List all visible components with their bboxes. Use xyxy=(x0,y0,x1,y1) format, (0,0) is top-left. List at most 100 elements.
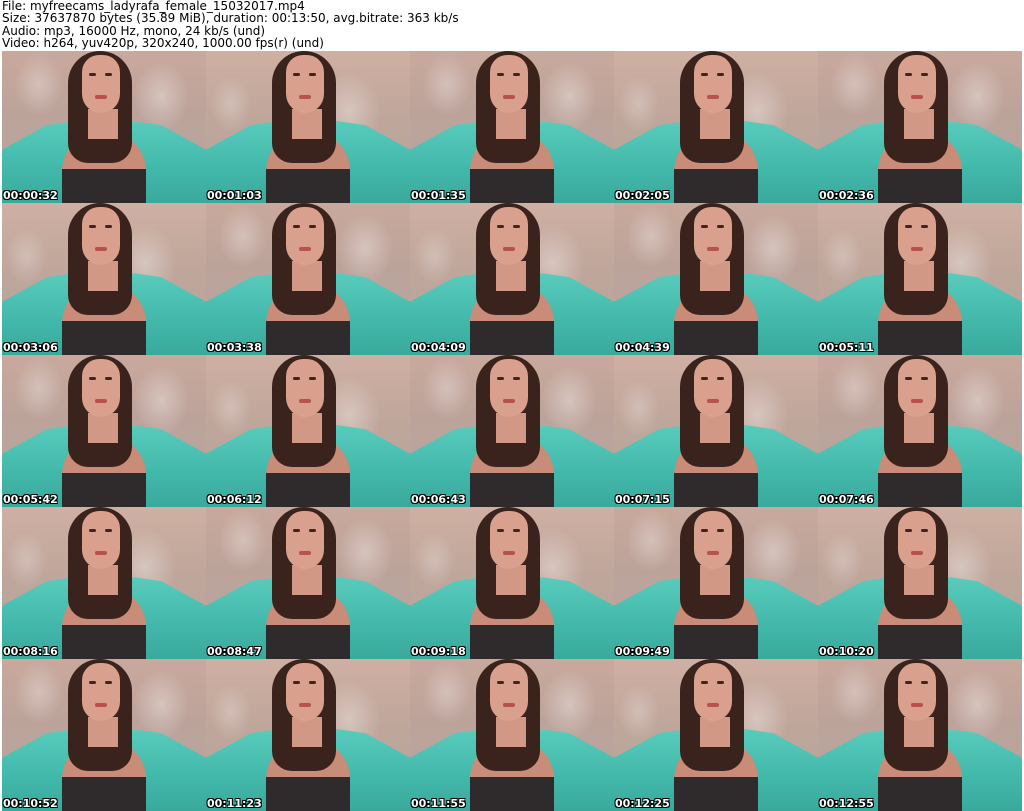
left-eye-shape xyxy=(293,681,300,684)
video-frame-thumbnail: 00:03:38 xyxy=(206,203,410,355)
right-eye-shape xyxy=(309,73,316,76)
face-shape xyxy=(694,663,732,721)
frame-timestamp: 00:11:23 xyxy=(207,797,262,810)
video-frame-thumbnail: 00:09:49 xyxy=(614,507,818,659)
video-frame-thumbnail: 00:07:46 xyxy=(818,355,1022,507)
mouth-shape xyxy=(503,247,515,251)
neck-shape xyxy=(496,413,526,443)
face-shape xyxy=(82,55,120,113)
mouth-shape xyxy=(707,399,719,403)
right-eye-shape xyxy=(105,225,112,228)
left-eye-shape xyxy=(701,681,708,684)
top-shape xyxy=(674,473,758,507)
right-eye-shape xyxy=(105,681,112,684)
neck-shape xyxy=(292,717,322,747)
right-eye-shape xyxy=(309,377,316,380)
face-shape xyxy=(286,663,324,721)
top-shape xyxy=(62,777,146,811)
neck-shape xyxy=(88,717,118,747)
top-shape xyxy=(674,169,758,203)
right-eye-shape xyxy=(309,225,316,228)
neck-shape xyxy=(496,565,526,595)
right-eye-shape xyxy=(513,529,520,532)
video-frame-thumbnail: 00:01:35 xyxy=(410,51,614,203)
left-eye-shape xyxy=(905,681,912,684)
face-shape xyxy=(898,511,936,569)
face-shape xyxy=(286,511,324,569)
top-shape xyxy=(266,321,350,355)
video-frame-thumbnail: 00:08:16 xyxy=(2,507,206,659)
neck-shape xyxy=(496,261,526,291)
mouth-shape xyxy=(503,95,515,99)
top-shape xyxy=(470,777,554,811)
left-eye-shape xyxy=(293,377,300,380)
left-eye-shape xyxy=(293,529,300,532)
left-eye-shape xyxy=(89,73,96,76)
frame-timestamp: 00:05:42 xyxy=(3,493,58,506)
face-shape xyxy=(82,207,120,265)
neck-shape xyxy=(292,565,322,595)
mouth-shape xyxy=(299,95,311,99)
frame-timestamp: 00:07:46 xyxy=(819,493,874,506)
top-shape xyxy=(878,625,962,659)
mouth-shape xyxy=(299,703,311,707)
right-eye-shape xyxy=(717,681,724,684)
neck-shape xyxy=(88,413,118,443)
frame-timestamp: 00:04:39 xyxy=(615,341,670,354)
neck-shape xyxy=(88,565,118,595)
left-eye-shape xyxy=(905,73,912,76)
right-eye-shape xyxy=(717,529,724,532)
neck-shape xyxy=(88,109,118,139)
top-shape xyxy=(674,777,758,811)
video-frame-thumbnail: 00:12:55 xyxy=(818,659,1022,811)
frame-timestamp: 00:09:18 xyxy=(411,645,466,658)
mouth-shape xyxy=(503,399,515,403)
face-shape xyxy=(286,55,324,113)
right-eye-shape xyxy=(513,377,520,380)
frame-timestamp: 00:08:16 xyxy=(3,645,58,658)
frame-timestamp: 00:06:12 xyxy=(207,493,262,506)
neck-shape xyxy=(496,717,526,747)
frame-timestamp: 00:11:55 xyxy=(411,797,466,810)
face-shape xyxy=(286,359,324,417)
neck-shape xyxy=(700,261,730,291)
frame-timestamp: 00:01:03 xyxy=(207,189,262,202)
right-eye-shape xyxy=(513,681,520,684)
right-eye-shape xyxy=(921,529,928,532)
left-eye-shape xyxy=(497,681,504,684)
face-shape xyxy=(898,359,936,417)
left-eye-shape xyxy=(497,529,504,532)
left-eye-shape xyxy=(497,73,504,76)
mouth-shape xyxy=(707,95,719,99)
face-shape xyxy=(82,511,120,569)
neck-shape xyxy=(904,413,934,443)
mouth-shape xyxy=(707,247,719,251)
mouth-shape xyxy=(911,551,923,555)
face-shape xyxy=(694,359,732,417)
mouth-shape xyxy=(299,551,311,555)
video-frame-thumbnail: 00:02:05 xyxy=(614,51,818,203)
left-eye-shape xyxy=(293,73,300,76)
video-frame-thumbnail: 00:10:52 xyxy=(2,659,206,811)
face-shape xyxy=(694,511,732,569)
right-eye-shape xyxy=(309,529,316,532)
video-frame-thumbnail: 00:00:32 xyxy=(2,51,206,203)
neck-shape xyxy=(292,261,322,291)
face-shape xyxy=(694,55,732,113)
right-eye-shape xyxy=(717,377,724,380)
video-info-line: Video: h264, yuv420p, 320x240, 1000.00 f… xyxy=(2,35,324,50)
file-size-line: Size: 37637870 bytes (35.89 MiB), durati… xyxy=(2,11,459,26)
video-frame-thumbnail: 00:06:43 xyxy=(410,355,614,507)
video-frame-thumbnail: 00:04:39 xyxy=(614,203,818,355)
face-shape xyxy=(82,359,120,417)
face-shape xyxy=(898,207,936,265)
left-eye-shape xyxy=(701,73,708,76)
right-eye-shape xyxy=(309,681,316,684)
mouth-shape xyxy=(503,551,515,555)
mouth-shape xyxy=(707,703,719,707)
neck-shape xyxy=(700,109,730,139)
frame-timestamp: 00:10:52 xyxy=(3,797,58,810)
neck-shape xyxy=(700,565,730,595)
mouth-shape xyxy=(911,703,923,707)
video-frame-thumbnail: 00:11:23 xyxy=(206,659,410,811)
